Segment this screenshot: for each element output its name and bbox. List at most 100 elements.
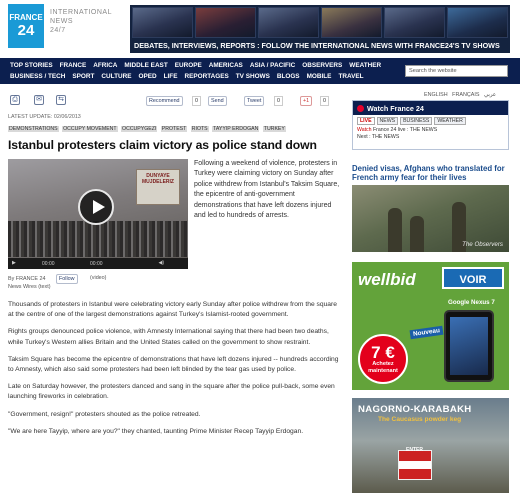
print-icon[interactable]: ⎙ bbox=[10, 95, 20, 105]
search-input[interactable]: Search the website bbox=[405, 65, 508, 77]
nav-item[interactable]: AMERICAS bbox=[209, 62, 243, 69]
price-cta: Achetez maintenant bbox=[368, 361, 398, 374]
nav-item[interactable]: TOP STORIES bbox=[10, 62, 53, 69]
tag-link[interactable]: TAYYIP ERDOGAN bbox=[212, 126, 260, 132]
recommend-count: 0 bbox=[192, 96, 201, 106]
language-arabic[interactable]: عربي bbox=[484, 92, 496, 98]
nav-item[interactable]: AFRICA bbox=[93, 62, 117, 69]
tweet-button[interactable]: Tweet bbox=[244, 96, 265, 106]
price-value: 7 € bbox=[371, 343, 395, 362]
nouveau-badge: Nouveau bbox=[409, 325, 444, 340]
price-badge: 7 € Achetez maintenant bbox=[358, 334, 408, 384]
nav-item[interactable]: TRAVEL bbox=[338, 73, 363, 80]
nav-item[interactable]: REPORTAGES bbox=[184, 73, 228, 80]
site-header: FRANCE 24 INTERNATIONAL NEWS 24/7 DEBATE… bbox=[0, 0, 520, 55]
language-switcher: ENGLISH FRANÇAIS عربي bbox=[424, 92, 496, 98]
banner-text: DEBATES, INTERVIEWS, REPORTS : FOLLOW TH… bbox=[134, 41, 500, 50]
logo-line2: 24 bbox=[17, 22, 35, 39]
tablet-image bbox=[444, 310, 494, 382]
promo2-title: NAGORNO-KARABAKH bbox=[358, 404, 472, 415]
voir-button[interactable]: VOIR bbox=[442, 267, 504, 289]
language-french[interactable]: FRANÇAIS bbox=[452, 92, 479, 98]
banner-thumbnail bbox=[258, 7, 319, 38]
language-english[interactable]: ENGLISH bbox=[424, 92, 448, 98]
nav-item[interactable]: EUROPE bbox=[175, 62, 202, 69]
tag-link[interactable]: OCCUPYGEZI bbox=[121, 126, 158, 132]
article-credit: By FRANCE 24 News Wires (text) bbox=[8, 275, 51, 291]
share-toolbar: ⎙ ✉ ⇆ Recommend 0 Send Tweet 0 +1 0 bbox=[8, 94, 342, 108]
tv-shows-banner[interactable]: DEBATES, INTERVIEWS, REPORTS : FOLLOW TH… bbox=[130, 5, 510, 53]
video-controls: ▶ 00:00 00:00 ◀) bbox=[8, 258, 188, 269]
article-paragraph: Thousands of protesters in Istanbul were… bbox=[8, 301, 337, 319]
tagline-line: INTERNATIONAL bbox=[50, 9, 112, 16]
video-total-time: 00:00 bbox=[90, 261, 103, 267]
credit-source: News Wires (text) bbox=[8, 284, 51, 290]
watch-now[interactable]: Watch France 24 live : THE NEWS bbox=[357, 127, 504, 134]
nav-item[interactable]: BUSINESS / TECH bbox=[10, 73, 65, 80]
facebook-recommend-button[interactable]: Recommend bbox=[146, 96, 183, 106]
flag-icon bbox=[398, 450, 432, 480]
tab-business[interactable]: BUSINESS bbox=[400, 117, 433, 125]
main-navigation: TOP STORIES FRANCE AFRICA MIDDLE EAST EU… bbox=[0, 58, 520, 84]
tab-weather[interactable]: WEATHER bbox=[434, 117, 466, 125]
ad-product-name: Google Nexus 7 bbox=[448, 299, 495, 306]
tag-link[interactable]: OCCUPY MOVEMENT bbox=[62, 126, 118, 132]
tagline: INTERNATIONAL NEWS 24/7 bbox=[50, 8, 112, 35]
facebook-send-button[interactable]: Send bbox=[208, 96, 227, 106]
tag-link[interactable]: RIOTS bbox=[190, 126, 209, 132]
share-icon[interactable]: ⇆ bbox=[56, 95, 66, 105]
nav-item[interactable]: OPED bbox=[138, 73, 156, 80]
banner-thumbnails bbox=[132, 7, 508, 38]
tag-link[interactable]: PROTEST bbox=[160, 126, 188, 132]
banner-thumbnail bbox=[195, 7, 256, 38]
tweet-count: 0 bbox=[274, 96, 283, 106]
enter-button[interactable]: ENTER bbox=[406, 447, 423, 453]
nav-row-secondary: BUSINESS / TECH SPORT CULTURE OPED LIFE … bbox=[10, 73, 371, 80]
observers-promo[interactable]: Denied visas, Afghans who translated for… bbox=[352, 164, 509, 252]
video-player[interactable]: DUNYAYE MUJDELERIZ ▶ 00:00 00:00 ◀) bbox=[8, 159, 188, 269]
promo-watermark: The Observers bbox=[462, 241, 503, 248]
promo-image: The Observers bbox=[352, 185, 509, 252]
latest-update: LATEST UPDATE: 02/06/2013 bbox=[8, 114, 81, 120]
tag-link[interactable]: DEMONSTRATIONS bbox=[8, 126, 59, 132]
nav-item[interactable]: FRANCE bbox=[60, 62, 87, 69]
banner-thumbnail bbox=[321, 7, 382, 38]
nav-item[interactable]: BLOGS bbox=[277, 73, 300, 80]
nav-item[interactable]: CULTURE bbox=[101, 73, 131, 80]
volume-icon[interactable]: ◀) bbox=[158, 260, 164, 266]
nav-item[interactable]: WEATHER bbox=[349, 62, 381, 69]
article-body: Thousands of protesters in Istanbul were… bbox=[8, 300, 342, 444]
nav-item[interactable]: OBSERVERS bbox=[302, 62, 342, 69]
tagline-line: 24/7 bbox=[50, 27, 66, 34]
video-crowd-image bbox=[8, 221, 188, 257]
tab-live[interactable]: LIVE bbox=[357, 117, 375, 125]
tag-link[interactable]: TURKEY bbox=[262, 126, 286, 132]
watch-tabs: LIVE NEWS BUSINESS WEATHER bbox=[353, 115, 508, 127]
play-icon[interactable] bbox=[78, 189, 114, 225]
article-paragraph: Taksim Square has become the epicentre o… bbox=[8, 355, 339, 374]
nav-item[interactable]: TV SHOWS bbox=[236, 73, 270, 80]
banner-thumbnail bbox=[384, 7, 445, 38]
twitter-follow-button[interactable]: Follow bbox=[56, 274, 78, 284]
nav-item[interactable]: LIFE bbox=[164, 73, 178, 80]
article-title: Istanbul protesters claim victory as pol… bbox=[8, 138, 317, 152]
watch-header[interactable]: Watch France 24 bbox=[353, 101, 508, 115]
promo-figure bbox=[410, 216, 424, 252]
wellbid-ad[interactable]: wellbid VOIR Google Nexus 7 Nouveau 7 € … bbox=[352, 262, 509, 390]
email-icon[interactable]: ✉ bbox=[34, 95, 44, 105]
nagorno-karabakh-promo[interactable]: NAGORNO-KARABAKH The Caucasus powder keg… bbox=[352, 398, 509, 493]
article-tags: DEMONSTRATIONS OCCUPY MOVEMENT OCCUPYGEZ… bbox=[8, 126, 342, 132]
watch-next: Next : THE NEWS bbox=[357, 134, 400, 140]
promo2-subtitle: The Caucasus powder keg bbox=[378, 416, 462, 423]
tab-news[interactable]: NEWS bbox=[376, 117, 399, 125]
nav-item[interactable]: MIDDLE EAST bbox=[124, 62, 167, 69]
france24-logo[interactable]: FRANCE 24 bbox=[8, 4, 44, 48]
article-paragraph: "Government, resign!" protesters shouted… bbox=[8, 410, 201, 418]
promo-figure bbox=[388, 208, 402, 252]
sidebar: Watch France 24 LIVE NEWS BUSINESS WEATH… bbox=[352, 100, 509, 493]
nav-item[interactable]: MOBILE bbox=[307, 73, 332, 80]
play-pause-icon[interactable]: ▶ bbox=[12, 260, 16, 266]
google-plus-button[interactable]: +1 bbox=[300, 96, 313, 106]
nav-item[interactable]: SPORT bbox=[72, 73, 94, 80]
nav-item[interactable]: ASIA / PACIFIC bbox=[250, 62, 295, 69]
